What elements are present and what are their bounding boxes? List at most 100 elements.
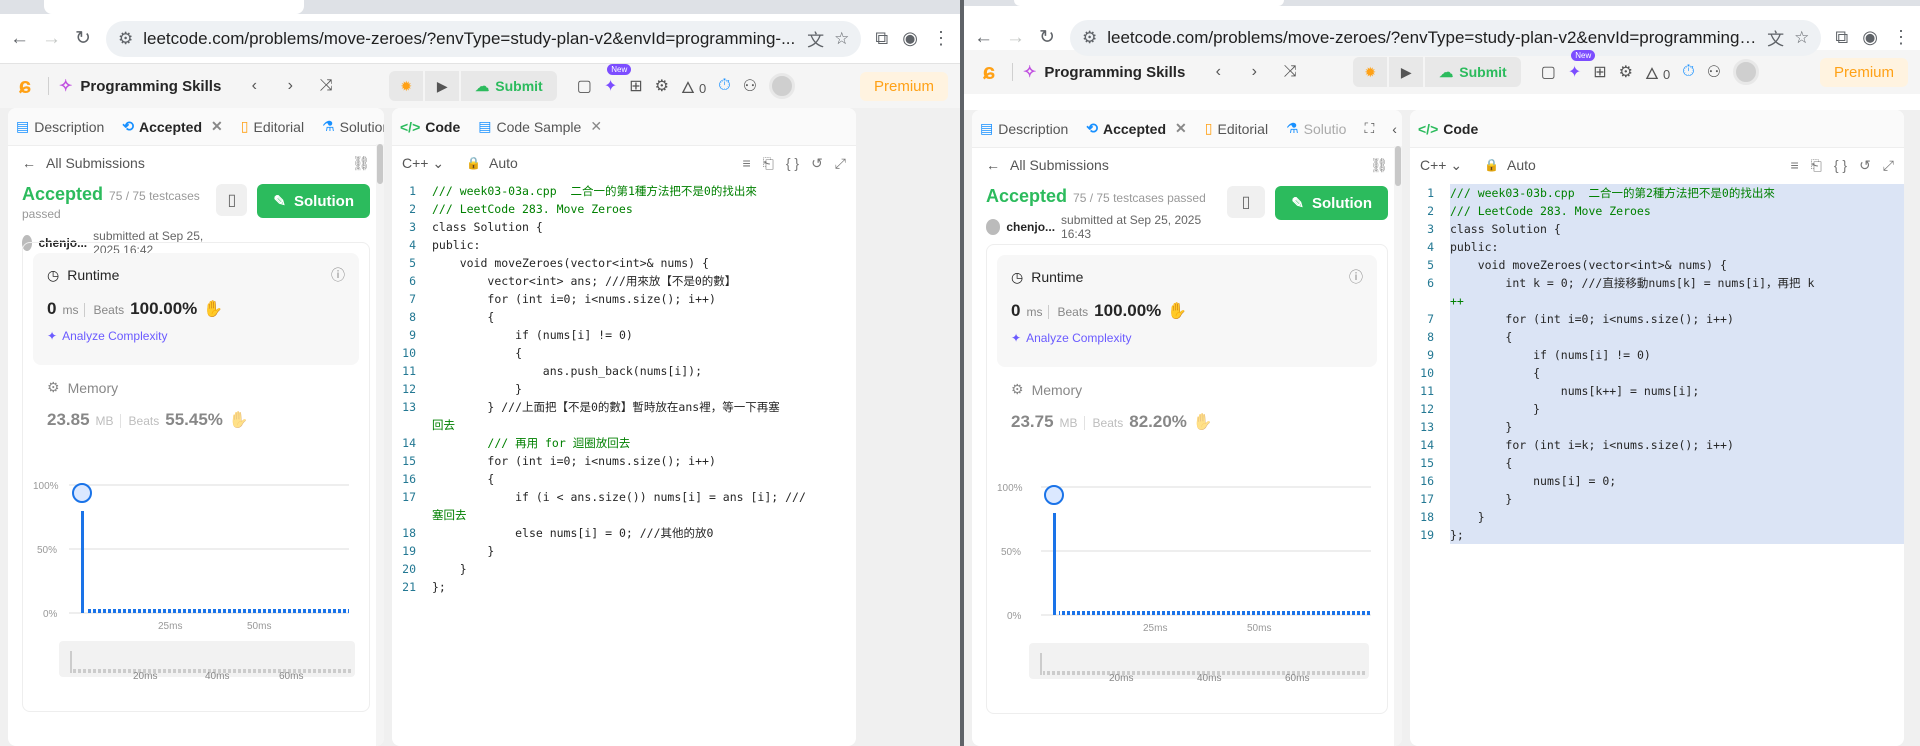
ai-assist-icon[interactable]: ✦ New — [604, 64, 632, 96]
shuffle-icon[interactable]: ⤨ — [313, 77, 339, 95]
code-line[interactable]: 回去 — [392, 416, 856, 434]
tab-accepted[interactable]: ⟲ Accepted ✕ — [122, 118, 223, 135]
code-line[interactable]: 12 } — [1410, 400, 1904, 418]
scrollbar-thumb[interactable] — [1395, 146, 1401, 186]
pane-scrollbar[interactable] — [376, 144, 384, 746]
timer-icon[interactable]: ⏱ — [1682, 63, 1694, 81]
reset-icon[interactable]: ↺ — [1859, 157, 1871, 174]
braces-icon[interactable]: { } — [1834, 157, 1847, 174]
streak-fire-icon[interactable]: 🜂 0 — [1645, 56, 1670, 89]
code-line[interactable]: 18 } — [1410, 508, 1904, 526]
code-line[interactable]: 3 class Solution { — [1410, 220, 1904, 238]
format-lines-icon[interactable]: ≡ — [742, 155, 750, 172]
address-bar[interactable]: ⚙ leetcode.com/problems/move-zeroes/?env… — [1070, 19, 1822, 56]
add-friend-icon[interactable]: ⚇ — [743, 76, 757, 96]
bookmark-icon[interactable]: ⎗ — [1811, 157, 1822, 174]
close-icon[interactable]: ✕ — [211, 118, 223, 135]
leetcode-logo-icon[interactable]: ɕ — [12, 73, 38, 99]
browser-tab[interactable] — [44, 0, 304, 14]
layout-icon[interactable]: ⊞ — [629, 76, 642, 96]
reload-icon[interactable]: ↻ — [1038, 26, 1056, 49]
translate-icon[interactable]: 文 — [807, 26, 824, 51]
code-line[interactable]: 1 /// week03-03b.cpp 二合一的第2種方法把不是0的找出來 — [1410, 184, 1904, 202]
streak-fire-icon[interactable]: 🜂 0 — [681, 70, 706, 103]
translate-icon[interactable]: 文 — [1767, 25, 1784, 50]
site-info-icon[interactable]: ⚙ — [118, 29, 133, 49]
layout-icon[interactable]: ⊞ — [1593, 62, 1606, 82]
timer-icon[interactable]: ⏱ — [718, 77, 730, 95]
expand-icon[interactable]: ⤢ — [1883, 157, 1894, 174]
notebook-button[interactable]: ▯ — [1226, 186, 1266, 218]
debug-button[interactable]: ✹ — [1353, 57, 1388, 87]
tab-code[interactable]: </> Code — [1418, 121, 1478, 137]
code-line[interactable]: 7 for (int i=0; i<nums.size(); i++) — [1410, 310, 1904, 328]
code-editor[interactable]: 1 /// week03-03a.cpp 二合一的第1種方法把不是0的找出來 2 //… — [392, 180, 856, 596]
runtime-section[interactable]: ◷ Runtime ⓘ 0 ms Beats 100.00% ✋ ✦ Analyze Comp… — [997, 255, 1377, 367]
pane-scrollbar[interactable] — [1394, 146, 1402, 746]
notebook-button[interactable]: ▯ — [216, 184, 248, 216]
analyze-complexity-link[interactable]: ✦ Analyze Complexity — [47, 329, 345, 343]
profile-icon[interactable]: ◉ — [1862, 27, 1878, 48]
code-line[interactable]: 11 ans.push_back(nums[i]); — [392, 362, 856, 380]
language-selector[interactable]: C++ ⌄ — [1420, 157, 1462, 174]
histogram-bar-tail[interactable] — [1059, 611, 1371, 615]
code-line[interactable]: 19}; — [1410, 526, 1904, 544]
your-submission-marker[interactable] — [72, 483, 92, 503]
code-line[interactable]: 8 { — [1410, 328, 1904, 346]
tab-solutions[interactable]: ⚗ Solutio — [1286, 120, 1346, 137]
submit-button[interactable]: ☁ Submit — [461, 71, 557, 101]
browser-tab[interactable] — [1014, 0, 1284, 6]
code-line[interactable]: 4 public: — [1410, 238, 1904, 256]
code-line[interactable]: 6 int k = 0; ///直接移動nums[k] = nums[i]，再把… — [1410, 274, 1904, 292]
code-line[interactable]: 16 { — [392, 470, 856, 488]
code-line[interactable]: 11 nums[k++] = nums[i]; — [1410, 382, 1904, 400]
study-plan-title[interactable]: ✧ Programming Skills — [1023, 62, 1185, 82]
solution-button[interactable]: ✎ Solution — [1275, 186, 1388, 220]
code-line[interactable]: 14 for (int i=k; i<nums.size(); i++) — [1410, 436, 1904, 454]
code-line[interactable]: ++ — [1410, 292, 1904, 310]
histogram-bar-main[interactable] — [81, 511, 84, 613]
analyze-complexity-link[interactable]: ✦ Analyze Complexity — [1011, 331, 1363, 345]
code-line[interactable]: 2 /// LeetCode 283. Move Zeroes — [392, 200, 856, 218]
prev-problem-icon[interactable]: ‹ — [1205, 63, 1231, 81]
code-line[interactable]: 14 /// 再用 for 迴圈放回去 — [392, 434, 856, 452]
code-line[interactable]: 9 if (nums[i] != 0) — [1410, 346, 1904, 364]
ai-assist-icon[interactable]: ✦ New — [1568, 50, 1596, 82]
memory-section[interactable]: ⚙ Memory 23.75 MB Beats 82.20% ✋ — [997, 367, 1377, 432]
username[interactable]: chenjo... — [1006, 220, 1055, 234]
menu-icon[interactable]: ⋮ — [932, 28, 950, 49]
forward-arrow-icon[interactable]: → — [1006, 27, 1025, 49]
tab-editorial[interactable]: ▯ Editorial — [1205, 120, 1268, 137]
runtime-distribution-chart[interactable]: 100% 50% 0% 25ms 50ms 20ms 40ms 60ms — [33, 473, 363, 693]
address-bar[interactable]: ⚙ leetcode.com/problems/move-zeroes/?env… — [106, 20, 862, 57]
tab-accepted[interactable]: ⟲ Accepted ✕ — [1086, 120, 1187, 137]
code-editor[interactable]: 1 /// week03-03b.cpp 二合一的第2種方法把不是0的找出來 2 //… — [1410, 182, 1904, 544]
back-to-submissions[interactable]: ← All Submissions ⛓ — [972, 148, 1402, 182]
avatar[interactable] — [769, 73, 796, 99]
settings-gear-icon[interactable]: ⚙ — [655, 76, 669, 96]
code-line[interactable]: 2 /// LeetCode 283. Move Zeroes — [1410, 202, 1904, 220]
code-line[interactable]: 18 else nums[i] = 0; ///其他的放0 — [392, 524, 856, 542]
code-line[interactable]: 10 { — [392, 344, 856, 362]
histogram-bar-tail[interactable] — [87, 609, 349, 613]
code-line[interactable]: 17 } — [1410, 490, 1904, 508]
run-button[interactable]: ▶ — [425, 71, 460, 101]
reload-icon[interactable]: ↻ — [74, 27, 92, 50]
back-arrow-icon[interactable]: ← — [10, 28, 29, 50]
notes-icon[interactable]: ▢ — [577, 76, 592, 96]
code-line[interactable]: 15 { — [1410, 454, 1904, 472]
add-friend-icon[interactable]: ⚇ — [1707, 62, 1721, 82]
code-line[interactable]: 15 for (int i=0; i<nums.size(); i++) — [392, 452, 856, 470]
runtime-section[interactable]: ◷ Runtime ⓘ 0 ms Beats 100.00% ✋ ✦ Analyze Comp… — [33, 253, 359, 365]
run-button[interactable]: ▶ — [1389, 57, 1424, 87]
tab-solutions[interactable]: ⚗Solutions — [322, 118, 384, 135]
info-icon[interactable]: ⓘ — [331, 265, 345, 285]
tab-code[interactable]: </> Code — [400, 119, 460, 135]
site-info-icon[interactable]: ⚙ — [1082, 28, 1097, 48]
tab-description[interactable]: ▤ Description — [16, 118, 104, 135]
collapse-icon[interactable]: ‹ — [1392, 121, 1397, 137]
code-line[interactable]: 17 if (i < ans.size()) nums[i] = ans [i]… — [392, 488, 856, 506]
reset-icon[interactable]: ↺ — [811, 155, 823, 172]
close-icon[interactable]: ✕ — [590, 118, 602, 135]
your-submission-marker[interactable] — [1044, 485, 1064, 505]
